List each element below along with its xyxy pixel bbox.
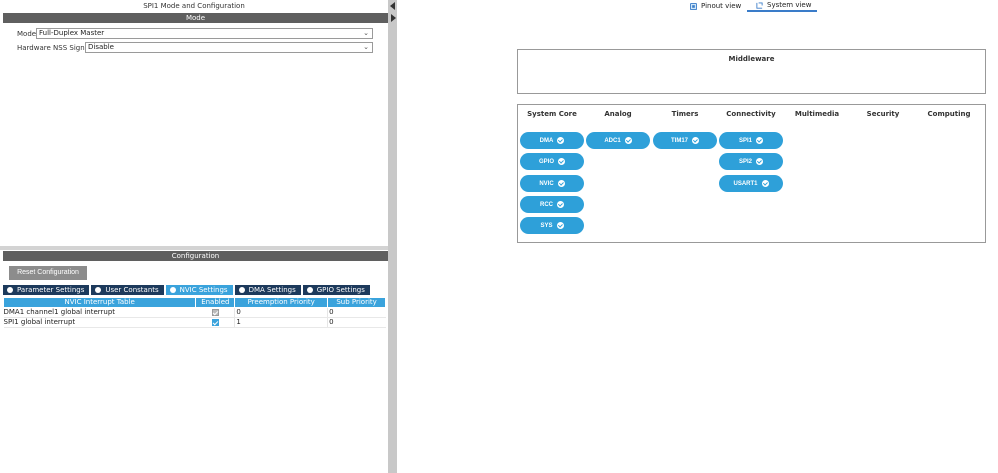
status-dot-icon [306, 287, 313, 293]
middleware-title: Middleware [728, 55, 775, 63]
tab-parameter-settings[interactable]: Parameter Settings [3, 285, 90, 295]
system-icon [756, 2, 763, 9]
chevron-down-icon: ⌄ [363, 29, 369, 37]
check-circle-icon [558, 158, 565, 165]
tim17-button[interactable]: TIM17 [653, 132, 717, 149]
left-panel: SPI1 Mode and Configuration Mode Mode Fu… [0, 0, 388, 473]
sub-priority[interactable]: 0 [327, 317, 386, 328]
right-panel: Pinout view System view Middleware Syste… [397, 0, 998, 473]
nvic-table: NVIC Interrupt Table Enabled Preemption … [2, 297, 386, 328]
rcc-button[interactable]: RCC [520, 196, 584, 213]
usart1-button[interactable]: USART1 [719, 175, 783, 192]
mode-select[interactable]: Full-Duplex Master ⌄ [36, 28, 373, 39]
category-computing: Computing [927, 110, 971, 118]
tab-gpio-settings[interactable]: GPIO Settings [302, 285, 370, 295]
spi1-button[interactable]: SPI1 [719, 132, 783, 149]
horizontal-splitter[interactable] [0, 246, 388, 250]
tab-system-view[interactable]: System view [747, 1, 817, 12]
nvic-button[interactable]: NVIC [520, 175, 584, 192]
expand-right-icon[interactable] [391, 14, 396, 22]
nss-select[interactable]: Disable ⌄ [85, 42, 373, 53]
collapse-left-icon[interactable] [390, 2, 395, 10]
enabled-checkbox[interactable] [211, 318, 219, 326]
table-row[interactable]: DMA1 channel1 global interrupt 0 0 [3, 307, 386, 318]
dma-button[interactable]: DMA [520, 132, 584, 149]
config-tabs: Parameter Settings User Constants NVIC S… [3, 285, 372, 295]
check-circle-icon [557, 201, 564, 208]
mode-label: Mode [17, 30, 37, 38]
mode-row: Mode [17, 28, 36, 40]
tab-user-constants[interactable]: User Constants [91, 285, 164, 295]
chevron-down-icon: ⌄ [363, 43, 369, 51]
category-multimedia: Multimedia [794, 110, 840, 118]
status-dot-icon [7, 287, 13, 293]
check-circle-icon [557, 180, 565, 187]
table-row[interactable]: SPI1 global interrupt 1 0 [3, 317, 386, 328]
adc1-button[interactable]: ADC1 [586, 132, 650, 149]
nss-label: Hardware NSS Signal [17, 44, 91, 52]
preemption-priority[interactable]: 1 [234, 317, 328, 328]
check-circle-icon [557, 137, 565, 144]
check-circle-icon [756, 137, 763, 144]
check-circle-icon [624, 137, 632, 144]
column-header[interactable]: Preemption Priority [234, 297, 329, 308]
panel-title: SPI1 Mode and Configuration [143, 2, 245, 10]
enabled-checkbox[interactable] [211, 308, 219, 316]
reset-configuration-button[interactable]: Reset Configuration [9, 266, 87, 280]
vertical-splitter[interactable] [388, 0, 397, 473]
tab-pinout-view[interactable]: Pinout view [690, 1, 741, 12]
interrupt-name: DMA1 channel1 global interrupt [3, 307, 196, 318]
status-dot-icon [238, 287, 245, 293]
configuration-header: Configuration [3, 251, 388, 261]
mode-value: Full-Duplex Master [39, 29, 105, 37]
category-system-core: System Core [527, 110, 577, 118]
category-connectivity: Connectivity [726, 110, 776, 118]
interrupt-name: SPI1 global interrupt [3, 317, 196, 328]
tab-nvic-settings[interactable]: NVIC Settings [165, 285, 233, 295]
column-header[interactable]: Enabled [195, 297, 236, 308]
status-dot-icon [95, 287, 102, 293]
column-header[interactable]: NVIC Interrupt Table [2, 297, 197, 308]
status-dot-icon [169, 287, 176, 293]
check-circle-icon [761, 180, 769, 187]
check-circle-icon [556, 222, 564, 229]
category-timers: Timers [671, 110, 699, 118]
mode-header: Mode [3, 13, 388, 23]
system-box [517, 104, 986, 243]
pinout-icon [690, 3, 697, 10]
check-circle-icon [756, 158, 763, 165]
preemption-priority[interactable]: 0 [234, 307, 328, 318]
spi2-button[interactable]: SPI2 [719, 153, 783, 170]
nss-row: Hardware NSS Signal [17, 42, 91, 54]
category-security: Security [866, 110, 900, 118]
check-circle-icon [692, 137, 699, 144]
category-analog: Analog [604, 110, 632, 118]
nss-value: Disable [88, 43, 114, 51]
tab-dma-settings[interactable]: DMA Settings [234, 285, 301, 295]
middleware-box: Middleware [517, 49, 986, 94]
column-header[interactable]: Sub Priority [327, 297, 386, 308]
sub-priority[interactable]: 0 [327, 307, 386, 318]
gpio-button[interactable]: GPIO [520, 153, 584, 170]
sys-button[interactable]: SYS [520, 217, 584, 234]
